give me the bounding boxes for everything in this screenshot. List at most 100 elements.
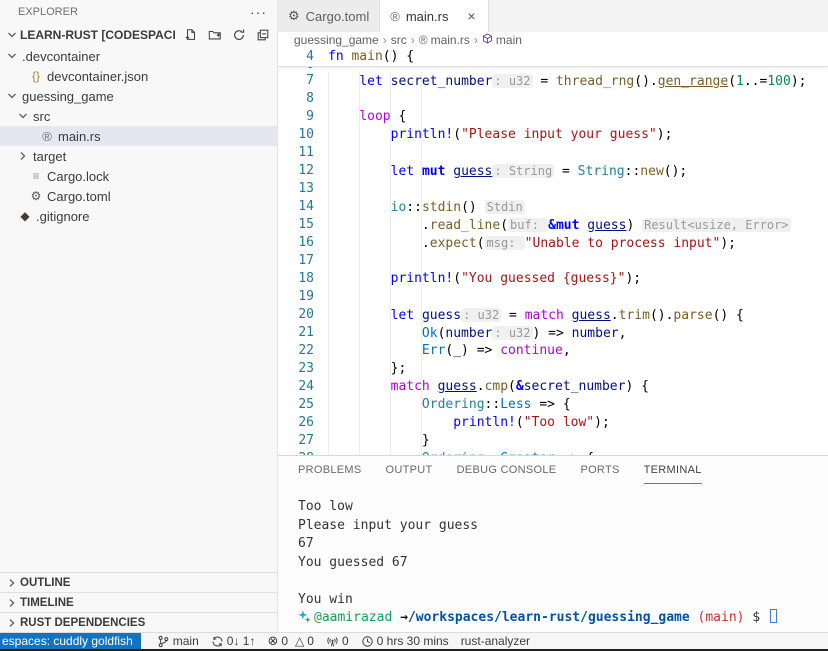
tree-item-cargo-lock[interactable]: ≡Cargo.lock	[0, 166, 277, 186]
tree-item-label: guessing_game	[20, 89, 114, 104]
panel-tab-ports[interactable]: PORTS	[580, 456, 619, 484]
code-token: guess	[572, 308, 611, 323]
code-token: "Please input your guess"	[461, 127, 657, 142]
status-bar: espaces: cuddly goldfish main 0↓ 1↑ ⊗ 0 …	[0, 632, 828, 649]
code-token: {	[391, 109, 407, 124]
line-number: 12	[278, 162, 314, 180]
rust-analyzer-status[interactable]: rust-analyzer	[455, 633, 536, 649]
tree-item-guessing-game[interactable]: guessing_game	[0, 86, 277, 106]
line-number: 28	[278, 450, 314, 455]
prompt-arrow: →	[400, 610, 408, 625]
code-token: "You guessed {guess}"	[461, 271, 625, 286]
prompt-user: @aamirazad	[314, 610, 392, 625]
git-sync-status[interactable]: 0↓ 1↑	[205, 633, 262, 649]
line-number: 16	[278, 234, 314, 252]
code-token: cmp	[485, 379, 508, 394]
tree-item-label: target	[31, 149, 66, 164]
git-branch-status[interactable]: main	[151, 633, 205, 649]
tree-item-label: .gitignore	[34, 209, 89, 224]
sidebar-section-outline[interactable]: OUTLINE	[0, 572, 277, 592]
sticky-scroll-line[interactable]: 4 fn main() {	[278, 48, 828, 67]
code-token: mut	[422, 164, 453, 179]
code-token: );	[625, 271, 641, 286]
new-folder-icon[interactable]	[207, 27, 223, 43]
breadcrumb-item-src[interactable]: src	[391, 33, 407, 47]
explorer-title: EXPLORER	[18, 6, 78, 18]
code-line: 28 Ordering::Greater => {	[278, 450, 828, 455]
editor-group: ⚙Cargo.toml®main.rs× guessing_game›src›®…	[278, 0, 828, 632]
editor-tab-bar: ⚙Cargo.toml®main.rs×	[278, 0, 828, 32]
tree-item-devcontainer-json[interactable]: {}devcontainer.json	[0, 66, 277, 86]
code-token: =	[533, 74, 556, 89]
tree-item--gitignore[interactable]: ◆.gitignore	[0, 206, 277, 226]
terminal-output-line: Too low	[298, 498, 828, 517]
terminal[interactable]: Too lowPlease input your guess67You gues…	[278, 484, 828, 632]
inlay-hint: : u32	[461, 308, 501, 322]
code-token: String	[578, 164, 625, 179]
ports-count: 0	[342, 634, 349, 648]
new-file-icon[interactable]	[183, 27, 199, 43]
breadcrumb-item-main[interactable]: main	[482, 33, 522, 47]
terminal-output-line: Please input your guess	[298, 517, 828, 536]
tree-item-src[interactable]: src	[0, 106, 277, 126]
editor-code-area[interactable]: 7 let secret_number: u32 = thread_rng().…	[278, 72, 828, 455]
code-token	[328, 308, 391, 323]
code-token	[328, 451, 422, 455]
sidebar-section-rust-dependencies[interactable]: RUST DEPENDENCIES	[0, 612, 277, 632]
sidebar-section-timeline[interactable]: TIMELINE	[0, 592, 277, 612]
breadcrumb-item-main-rs[interactable]: ®main.rs	[419, 33, 470, 47]
collapse-all-icon[interactable]	[255, 27, 271, 43]
tree-item-target[interactable]: target	[0, 146, 277, 166]
tab-main-rs[interactable]: ®main.rs×	[380, 0, 489, 32]
chevron-right-icon	[4, 598, 20, 608]
breadcrumb-separator-icon: ›	[383, 33, 387, 47]
panel-tab-debug-console[interactable]: DEBUG CONSOLE	[457, 456, 557, 484]
tree-item-label: Cargo.toml	[45, 189, 111, 204]
code-token: stdin	[422, 200, 461, 215]
code-token: => {	[555, 451, 594, 455]
codespaces-remote-indicator[interactable]: espaces: cuddly goldfish	[0, 633, 141, 649]
terminal-output-line: You guessed 67	[298, 554, 828, 573]
breadcrumb-separator-icon: ›	[474, 33, 478, 47]
code-token: .	[611, 308, 619, 323]
code-token: number	[445, 326, 492, 341]
radio-tower-icon	[326, 635, 339, 648]
error-count: 0	[281, 634, 288, 648]
error-icon: ⊗	[267, 633, 278, 649]
code-token: number	[572, 326, 619, 341]
panel-tab-terminal[interactable]: TERMINAL	[644, 456, 702, 484]
code-token: (_) =>	[445, 343, 500, 358]
more-actions-icon[interactable]: ···	[250, 4, 267, 20]
code-text: Ok(number: u32) => number,	[314, 324, 626, 342]
code-token: main	[351, 49, 382, 64]
code-token: .	[328, 236, 430, 251]
chevron-right-icon	[4, 618, 20, 628]
lsp-label: rust-analyzer	[461, 634, 530, 648]
code-token: secret_number	[524, 379, 626, 394]
workspace-section-header[interactable]: LEARN-RUST [CODESPACES: CU...	[0, 24, 277, 46]
panel-tab-output[interactable]: OUTPUT	[386, 456, 433, 484]
tree-item-cargo-toml[interactable]: ⚙Cargo.toml	[0, 186, 277, 206]
code-editor[interactable]: 4 fn main() { 6 7 let secret_number: u32…	[278, 48, 828, 455]
breadcrumb-item-guessing-game[interactable]: guessing_game	[294, 33, 379, 47]
explorer-header: EXPLORER ···	[0, 0, 277, 24]
time-tracker-status[interactable]: 0 hrs 30 mins	[355, 633, 455, 649]
code-token: guess	[587, 218, 626, 233]
tab-cargo-toml[interactable]: ⚙Cargo.toml	[278, 0, 380, 32]
prompt-path: /workspaces/learn-rust/guessing_game	[408, 610, 690, 625]
code-token: ()	[461, 200, 484, 215]
tree-item-main-rs[interactable]: ®main.rs	[0, 126, 277, 146]
panel-tab-problems[interactable]: PROBLEMS	[298, 456, 362, 484]
ports-status[interactable]: 0	[320, 633, 355, 649]
tree-item--devcontainer[interactable]: .devcontainer	[0, 46, 277, 66]
code-line: 18 println!("You guessed {guess}");	[278, 270, 828, 288]
refresh-icon[interactable]	[231, 27, 247, 43]
lines-icon: ≡	[27, 169, 45, 183]
close-icon[interactable]: ×	[464, 8, 478, 24]
chevron-right-icon	[4, 578, 20, 588]
code-line: 9 loop {	[278, 108, 828, 126]
problems-status[interactable]: ⊗ 0 △ 0	[261, 633, 320, 649]
code-token	[328, 415, 453, 430]
code-token: read_line	[430, 218, 500, 233]
code-token: );	[720, 236, 736, 251]
